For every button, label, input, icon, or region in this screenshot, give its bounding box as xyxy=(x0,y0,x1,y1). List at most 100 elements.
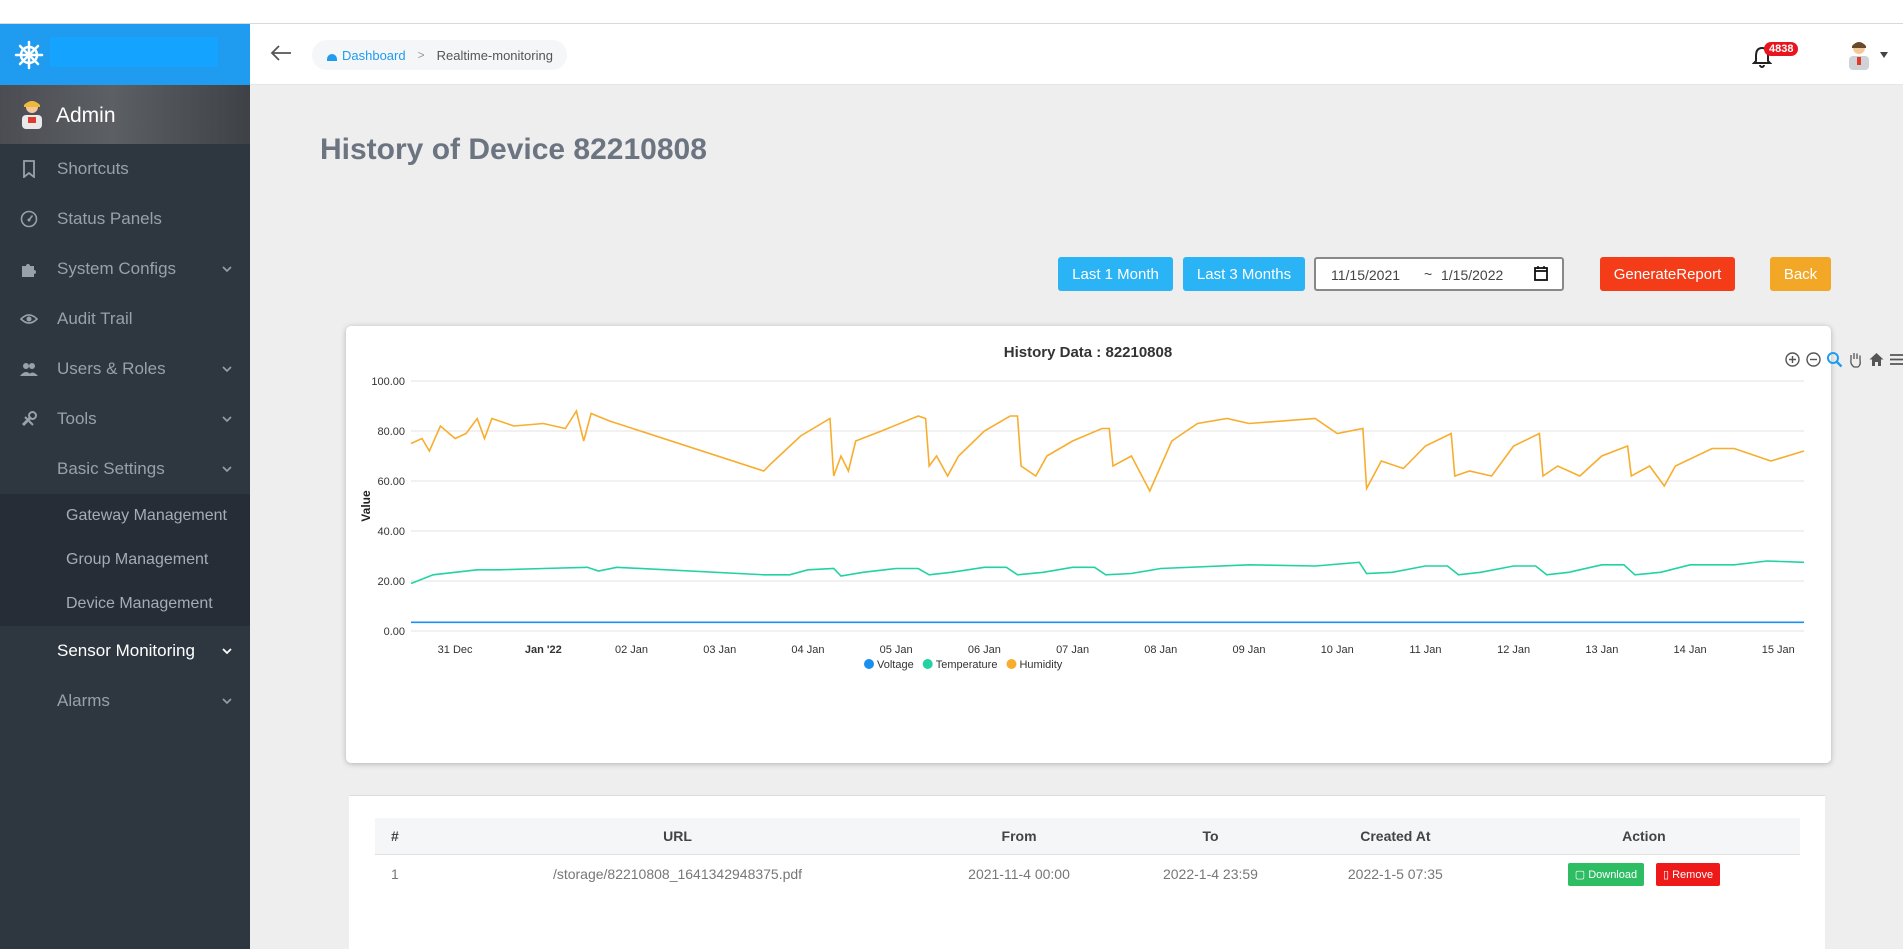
zoom-out-icon[interactable] xyxy=(1805,351,1822,368)
sidebar-item-status-panels[interactable]: Status Panels xyxy=(0,194,250,244)
download-button[interactable]: ▢ Download xyxy=(1567,862,1645,886)
pan-hand-icon[interactable] xyxy=(1847,351,1864,368)
x-tick-label: 06 Jan xyxy=(968,644,1001,656)
page-title: History of Device 82210808 xyxy=(320,133,707,166)
download-label: Download xyxy=(1588,868,1638,881)
x-tick-label: 04 Jan xyxy=(791,644,824,656)
sidebar-item-device-management[interactable]: Device Management xyxy=(0,582,250,626)
x-tick-label: 11 Jan xyxy=(1409,644,1441,656)
column-header: From xyxy=(920,818,1119,855)
breadcrumb-current: Realtime-monitoring xyxy=(436,47,553,63)
x-tick-label: 03 Jan xyxy=(703,644,736,656)
remove-button[interactable]: ▯ Remove xyxy=(1656,862,1721,886)
last-1-month-button[interactable]: Last 1 Month xyxy=(1058,257,1173,291)
x-tick-label: 02 Jan xyxy=(615,644,648,656)
sidebar-item-gateway-management[interactable]: Gateway Management xyxy=(0,494,250,538)
y-tick-label: 60.00 xyxy=(377,476,405,488)
caret-down-icon[interactable] xyxy=(1880,52,1888,58)
eye-icon xyxy=(20,314,38,324)
generate-report-button[interactable]: GenerateReport xyxy=(1600,257,1735,291)
sidebar-item-system-configs[interactable]: System Configs xyxy=(0,244,250,294)
row-to: 2022-1-4 23:59 xyxy=(1162,866,1258,883)
y-tick-label: 0.00 xyxy=(384,626,405,638)
sidebar: Admin Shortcuts Status Panels System Con… xyxy=(0,24,250,949)
row-from: 2021-11-4 00:00 xyxy=(968,866,1070,883)
column-header: # xyxy=(375,818,435,855)
date-range-picker[interactable]: 11/15/2021 ~ 1/15/2022 xyxy=(1314,257,1564,291)
dashboard-icon xyxy=(327,54,337,61)
brand-name-field[interactable] xyxy=(50,37,218,67)
sidebar-item-label: Tools xyxy=(57,409,97,428)
chevron-down-icon xyxy=(222,648,232,655)
breadcrumb-home-label: Dashboard xyxy=(342,47,406,63)
legend-label-temperature: Temperature xyxy=(936,659,998,671)
column-header: URL xyxy=(435,818,920,855)
menu-icon[interactable] xyxy=(1889,351,1903,368)
sidebar-item-label: Audit Trail xyxy=(57,309,133,328)
x-tick-label: 07 Jan xyxy=(1056,644,1089,656)
row-url: /storage/82210808_1641342948375.pdf xyxy=(552,866,803,883)
x-tick-label: 15 Jan xyxy=(1762,644,1795,656)
sidebar-item-label: Sensor Monitoring xyxy=(57,641,195,660)
x-tick-label: 05 Jan xyxy=(880,644,913,656)
admin-name: Admin xyxy=(56,104,116,127)
y-axis-label: Value xyxy=(359,490,373,522)
chart-title: History Data : 82210808 xyxy=(1004,344,1172,361)
sidebar-item-alarms[interactable]: Alarms xyxy=(0,676,250,726)
sidebar-item-basic-settings[interactable]: Basic Settings xyxy=(0,444,250,494)
x-tick-label: 09 Jan xyxy=(1232,644,1265,656)
x-tick-label: 14 Jan xyxy=(1674,644,1707,656)
home-reset-icon[interactable] xyxy=(1868,351,1885,368)
y-tick-label: 40.00 xyxy=(377,526,405,538)
notification-badge[interactable]: 4838 xyxy=(1764,42,1799,56)
sidebar-item-users-roles[interactable]: Users & Roles xyxy=(0,344,250,394)
legend-label-voltage: Voltage xyxy=(877,659,914,671)
report-table: # URL From To Created At Action 1 /stora… xyxy=(375,818,1800,894)
user-avatar[interactable] xyxy=(1845,40,1873,70)
x-tick-label: 13 Jan xyxy=(1585,644,1618,656)
x-tick-label: 12 Jan xyxy=(1497,644,1530,656)
breadcrumb-home-link[interactable]: Dashboard xyxy=(326,48,406,63)
x-tick-label: 31 Dec xyxy=(438,644,473,656)
chevron-down-icon xyxy=(222,466,232,473)
trash-icon: ▯ xyxy=(1663,868,1673,881)
main-content: History of Device 82210808 Last 1 Month … xyxy=(250,85,1903,949)
y-tick-label: 100.00 xyxy=(371,376,405,388)
tools-icon xyxy=(21,411,37,427)
history-chart: History Data : 82210808 Value 0.00 20.00 40.… xyxy=(359,344,1805,671)
x-tick-label: 08 Jan xyxy=(1144,644,1177,656)
back-arrow-icon[interactable] xyxy=(270,44,292,62)
date-from-field[interactable]: 11/15/2021 xyxy=(1331,267,1400,283)
zoom-in-icon[interactable] xyxy=(1784,351,1801,368)
column-header: Action xyxy=(1487,818,1800,855)
file-icon: ▢ xyxy=(1574,868,1589,881)
sidebar-item-label: Users & Roles xyxy=(57,359,166,378)
gauge-icon xyxy=(20,210,38,228)
column-header: To xyxy=(1118,818,1303,855)
table-header-row: # URL From To Created At Action xyxy=(375,818,1800,855)
history-chart-card: History Data : 82210808 Value 0.00 20.00 40.… xyxy=(346,326,1903,763)
ship-wheel-icon[interactable] xyxy=(14,40,44,70)
date-to-field[interactable]: 1/15/2022 xyxy=(1441,267,1503,283)
magnifier-icon[interactable] xyxy=(1826,351,1843,368)
sidebar-profile[interactable]: Admin xyxy=(0,85,250,144)
last-3-months-button[interactable]: Last 3 Months xyxy=(1183,257,1305,291)
sidebar-item-shortcuts[interactable]: Shortcuts xyxy=(0,144,250,194)
sidebar-item-group-management[interactable]: Group Management xyxy=(0,538,250,582)
sidebar-item-tools[interactable]: Tools xyxy=(0,394,250,444)
sidebar-item-label: Status Panels xyxy=(57,209,162,228)
sidebar-item-sensor-monitoring[interactable]: Sensor Monitoring xyxy=(0,626,250,676)
date-range-separator: ~ xyxy=(1424,266,1433,282)
chevron-down-icon xyxy=(222,698,232,705)
calendar-icon[interactable] xyxy=(1534,266,1548,281)
row-created-at: 2022-1-5 07:35 xyxy=(1347,866,1443,883)
y-tick-label: 80.00 xyxy=(377,426,405,438)
chevron-down-icon xyxy=(222,416,232,423)
sidebar-item-label: Device Management xyxy=(66,595,213,612)
sidebar-item-audit-trail[interactable]: Audit Trail xyxy=(0,294,250,344)
remove-label: Remove xyxy=(1672,868,1714,881)
sidebar-item-label: Basic Settings xyxy=(57,459,165,478)
back-button[interactable]: Back xyxy=(1770,257,1831,291)
puzzle-icon xyxy=(22,264,36,277)
legend-marker-voltage xyxy=(864,659,874,669)
